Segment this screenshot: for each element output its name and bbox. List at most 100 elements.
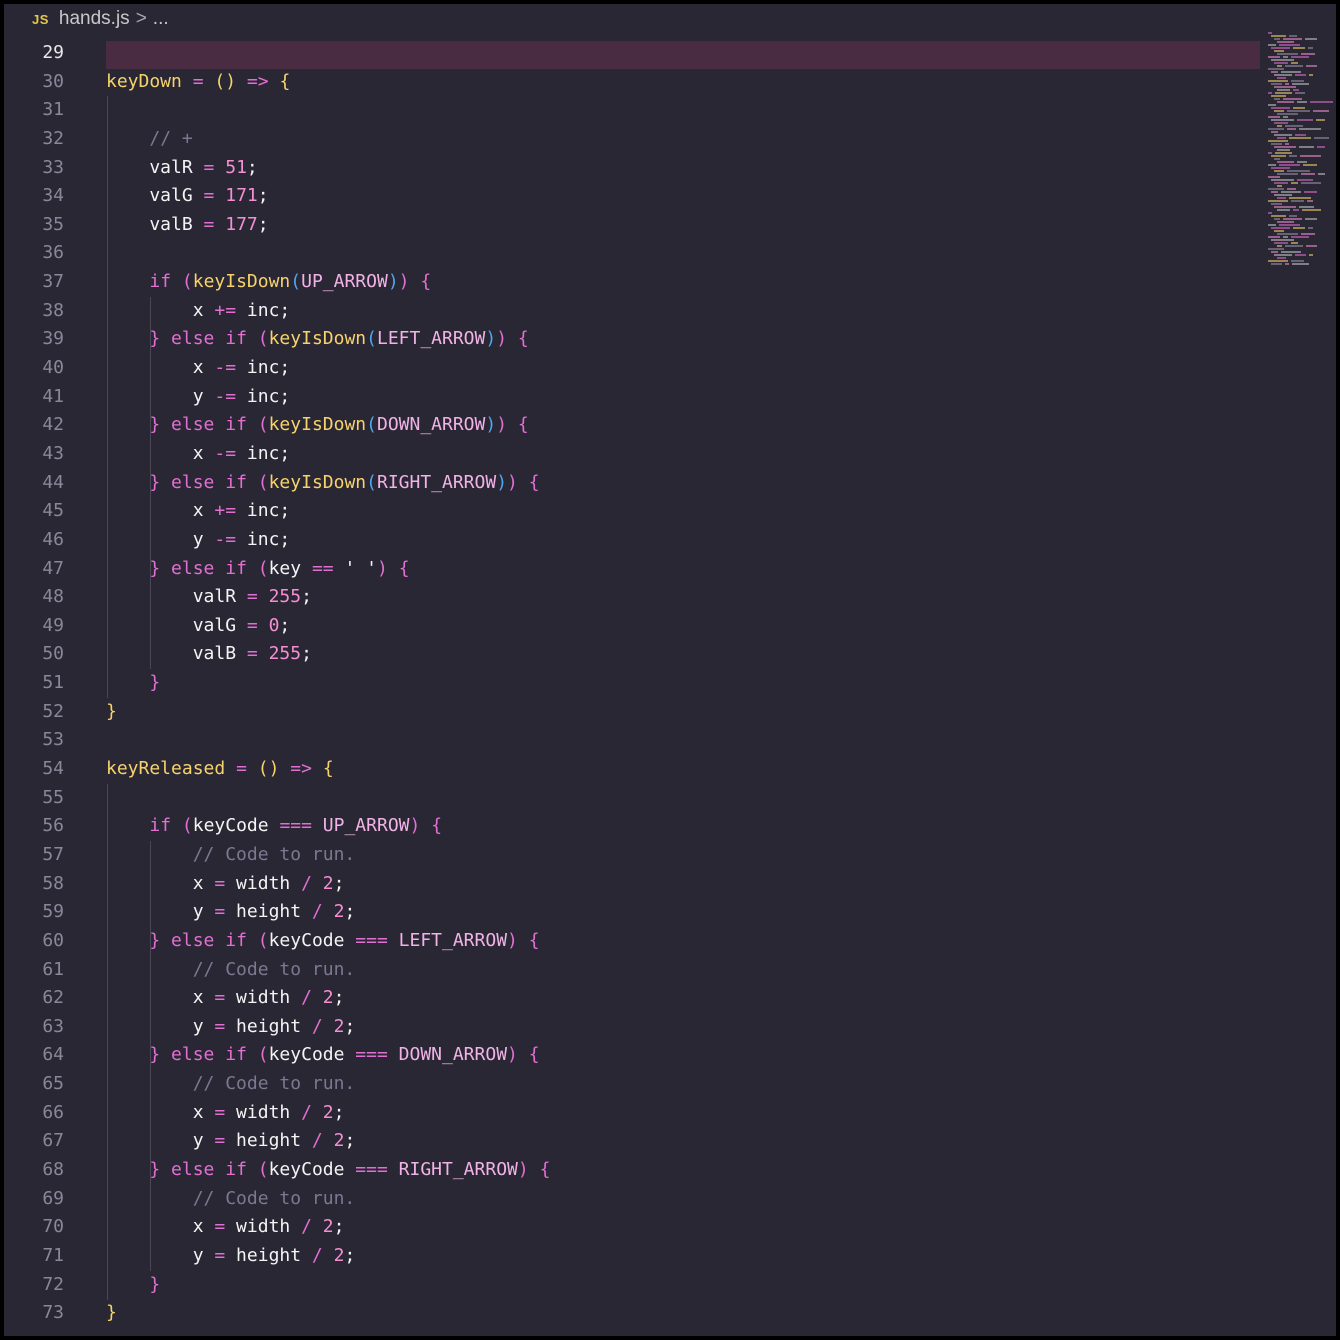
breadcrumb-more[interactable]: ... bbox=[153, 8, 169, 30]
code-line[interactable]: x += inc; bbox=[106, 497, 1256, 526]
minimap-stroke bbox=[1268, 104, 1276, 106]
indent-guide bbox=[150, 497, 152, 555]
code-line[interactable]: // Code to run. bbox=[106, 1070, 1256, 1099]
code-line[interactable]: x -= inc; bbox=[106, 440, 1256, 469]
code-token: = bbox=[214, 901, 226, 923]
code-line[interactable]: // + bbox=[106, 125, 1256, 154]
code-line[interactable]: keyDown = () => { bbox=[106, 68, 1256, 97]
minimap-stroke bbox=[1303, 164, 1317, 166]
code-line[interactable]: // Code to run. bbox=[106, 956, 1256, 985]
code-line[interactable]: } else if (key == ' ') { bbox=[106, 555, 1256, 584]
minimap-stroke bbox=[1268, 44, 1276, 46]
minimap-stroke bbox=[1271, 107, 1290, 109]
code-line[interactable] bbox=[106, 726, 1256, 755]
code-line[interactable]: y = height / 2; bbox=[106, 1242, 1256, 1271]
breadcrumb: JS hands.js > ... bbox=[4, 4, 1336, 34]
code-line[interactable] bbox=[106, 784, 1256, 813]
code-token: valR bbox=[106, 586, 247, 608]
code-token: x bbox=[106, 872, 215, 894]
code-line[interactable]: } bbox=[106, 1271, 1256, 1300]
line-number: 71 bbox=[42, 1244, 64, 1266]
code-line[interactable]: } bbox=[106, 698, 1256, 727]
code-token: ( bbox=[366, 328, 377, 350]
code-token: else if bbox=[171, 414, 247, 436]
code-token: = bbox=[192, 70, 204, 92]
code-line[interactable]: valR = 51; bbox=[106, 154, 1256, 183]
code-token: x bbox=[106, 442, 215, 464]
minimap-stroke bbox=[1274, 50, 1284, 52]
code-token: ; bbox=[344, 1015, 356, 1037]
code-line[interactable]: y -= inc; bbox=[106, 526, 1256, 555]
code-line[interactable]: valB = 255; bbox=[106, 640, 1256, 669]
code-line[interactable]: } else if (keyIsDown(LEFT_ARROW)) { bbox=[106, 325, 1256, 354]
code-area[interactable]: keyDown = () => { // + valR = 51; valG =… bbox=[106, 39, 1256, 1328]
minimap-stroke bbox=[1297, 161, 1307, 163]
code-line[interactable]: y = height / 2; bbox=[106, 1013, 1256, 1042]
code-line[interactable]: } else if (keyCode === DOWN_ARROW) { bbox=[106, 1041, 1256, 1070]
code-token: () bbox=[257, 758, 280, 780]
minimap-stroke bbox=[1299, 206, 1314, 208]
minimap-stroke bbox=[1299, 128, 1321, 130]
code-line[interactable]: } bbox=[106, 669, 1256, 698]
code-line[interactable] bbox=[106, 96, 1256, 125]
code-line[interactable]: if (keyCode === UP_ARROW) { bbox=[106, 812, 1256, 841]
code-line[interactable]: keyReleased = () => { bbox=[106, 755, 1256, 784]
minimap-stroke bbox=[1289, 155, 1297, 157]
code-line[interactable]: y -= inc; bbox=[106, 383, 1256, 412]
minimap-stroke bbox=[1268, 224, 1276, 226]
indent-guide bbox=[107, 96, 108, 698]
code-line[interactable]: if (keyIsDown(UP_ARROW)) { bbox=[106, 268, 1256, 297]
minimap-stroke bbox=[1268, 212, 1272, 214]
code-line[interactable]: x = width / 2; bbox=[106, 984, 1256, 1013]
code-token: } bbox=[106, 1302, 117, 1324]
minimap[interactable] bbox=[1264, 32, 1336, 272]
code-line[interactable]: x = width / 2; bbox=[106, 1099, 1256, 1128]
code-token: y bbox=[106, 385, 215, 407]
code-line[interactable]: valG = 171; bbox=[106, 182, 1256, 211]
code-token: ( bbox=[257, 414, 269, 436]
code-line[interactable]: } else if (keyIsDown(DOWN_ARROW)) { bbox=[106, 411, 1256, 440]
code-token: ) bbox=[496, 328, 508, 350]
code-line[interactable]: y = height / 2; bbox=[106, 898, 1256, 927]
code-line[interactable]: // Code to run. bbox=[106, 1185, 1256, 1214]
code-token: height bbox=[225, 1244, 312, 1266]
code-line[interactable]: valB = 177; bbox=[106, 211, 1256, 240]
minimap-stroke bbox=[1271, 239, 1294, 241]
minimap-stroke bbox=[1309, 74, 1313, 76]
breadcrumb-filename[interactable]: hands.js bbox=[59, 8, 130, 30]
code-token: valB bbox=[106, 213, 204, 235]
code-line[interactable]: // Code to run. bbox=[106, 841, 1256, 870]
code-line[interactable]: } else if (keyIsDown(RIGHT_ARROW)) { bbox=[106, 469, 1256, 498]
minimap-stroke bbox=[1305, 218, 1317, 220]
code-line[interactable] bbox=[106, 39, 1256, 68]
minimap-stroke bbox=[1275, 152, 1292, 154]
minimap-stroke bbox=[1274, 158, 1280, 160]
code-line[interactable]: } else if (keyCode === RIGHT_ARROW) { bbox=[106, 1156, 1256, 1185]
minimap-stroke bbox=[1287, 110, 1310, 112]
code-line[interactable]: x = width / 2; bbox=[106, 1213, 1256, 1242]
code-line[interactable]: valR = 255; bbox=[106, 583, 1256, 612]
code-line[interactable] bbox=[106, 239, 1256, 268]
code-token: = bbox=[246, 614, 258, 636]
code-token: else if bbox=[171, 328, 247, 350]
code-line[interactable]: valG = 0; bbox=[106, 612, 1256, 641]
code-token: = bbox=[214, 987, 226, 1009]
code-token: { bbox=[517, 328, 529, 350]
minimap-stroke bbox=[1279, 44, 1300, 46]
code-editor[interactable]: 29 30 31 32 33 34 35 36 37 38 39 40 41 42 43 44 45 46 47 48… bbox=[4, 39, 1336, 1336]
code-line[interactable]: y = height / 2; bbox=[106, 1127, 1256, 1156]
code-token: ' ' bbox=[344, 557, 377, 579]
code-line[interactable]: x = width / 2; bbox=[106, 870, 1256, 899]
minimap-stroke bbox=[1274, 122, 1288, 124]
code-line[interactable]: x += inc; bbox=[106, 297, 1256, 326]
code-token: ; bbox=[257, 185, 269, 207]
code-line[interactable]: } bbox=[106, 1299, 1256, 1328]
code-line[interactable]: } else if (keyCode === LEFT_ARROW) { bbox=[106, 927, 1256, 956]
line-number: 63 bbox=[42, 1015, 64, 1037]
code-line[interactable]: x -= inc; bbox=[106, 354, 1256, 383]
